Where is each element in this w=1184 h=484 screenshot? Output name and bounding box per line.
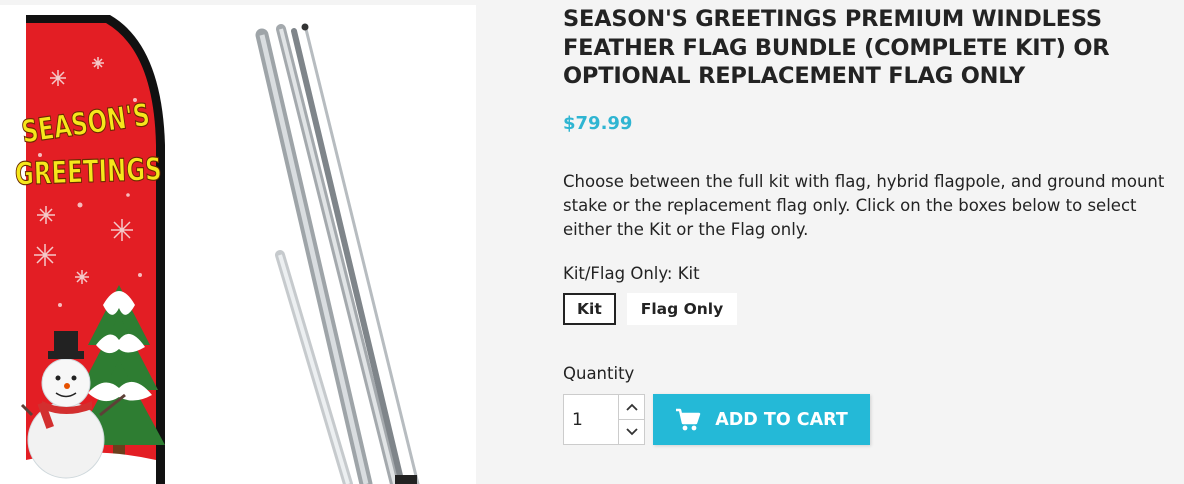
quantity-increase-button[interactable] [619, 395, 644, 419]
variant-options: Kit Flag Only [563, 293, 738, 325]
product-price: $79.99 [563, 113, 633, 134]
quantity-decrease-button[interactable] [619, 419, 644, 444]
product-photo: SEASON'S GREETINGS [14, 15, 420, 484]
flag-text-line2: GREETINGS [14, 152, 162, 192]
add-to-cart-button[interactable]: ADD TO CART [653, 394, 870, 445]
variant-option-label: Kit [577, 300, 602, 318]
quantity-stepper [563, 394, 645, 445]
shopping-cart-icon [676, 408, 701, 430]
variant-label: Kit/Flag Only: Kit [563, 264, 700, 283]
product-description: Choose between the full kit with flag, h… [563, 172, 1165, 239]
variant-option-kit[interactable]: Kit [563, 293, 616, 325]
variant-option-label: Flag Only [640, 300, 724, 318]
product-image[interactable]: SEASON'S GREETINGS [0, 5, 476, 484]
chevron-down-icon [625, 428, 638, 436]
flagpole-illustration [255, 23, 420, 484]
product-title: SEASON'S GREETINGS PREMIUM WINDLESS FEAT… [563, 6, 1110, 89]
quantity-label: Quantity [563, 364, 635, 383]
quantity-input[interactable] [564, 395, 618, 444]
feather-flag: SEASON'S GREETINGS [14, 15, 165, 484]
variant-option-flag-only[interactable]: Flag Only [626, 293, 738, 325]
quantity-buttons [618, 395, 644, 444]
chevron-up-icon [625, 403, 638, 411]
add-to-cart-label: ADD TO CART [715, 409, 848, 430]
